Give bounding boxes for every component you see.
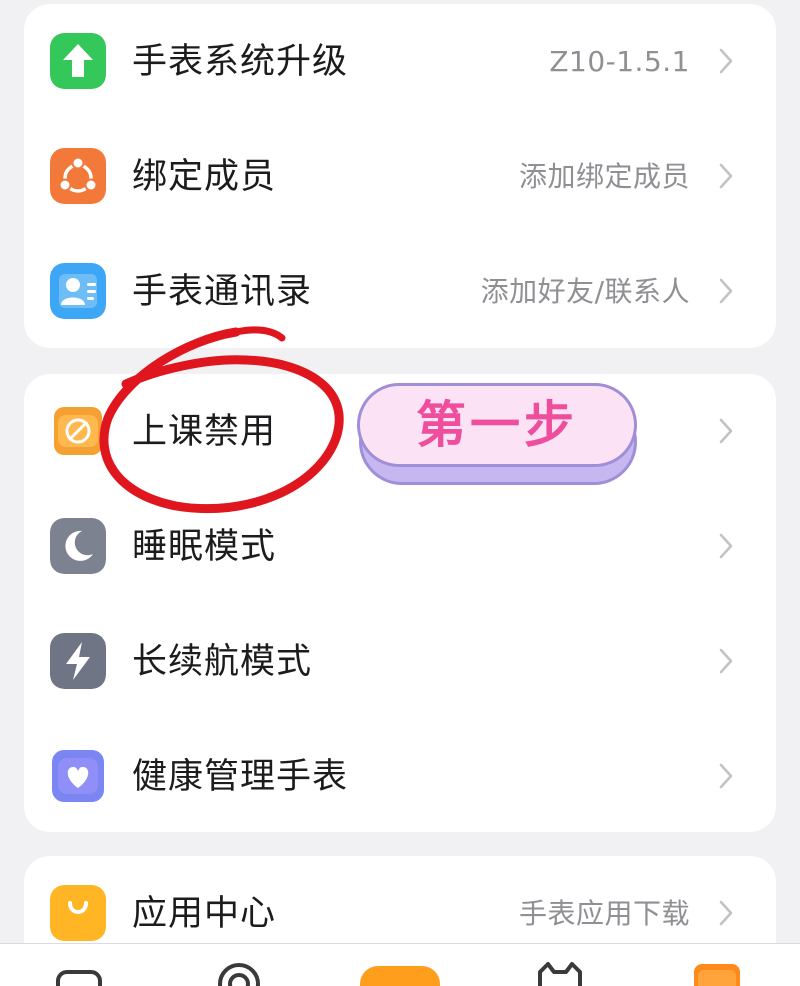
watch-contacts-row[interactable]: 手表通讯录 添加好友/联系人: [24, 234, 776, 348]
class-disable-icon: [50, 403, 106, 459]
step-one-text: 第一步: [416, 396, 578, 454]
system-upgrade-version: Z10-1.5.1: [549, 45, 690, 78]
app-center-value: 手表应用下载: [518, 897, 690, 930]
health-heart-icon: [50, 748, 106, 804]
chevron-right-icon: [716, 162, 736, 190]
chevron-right-icon: [716, 762, 736, 790]
watch-settings-screen: 手表系统升级 Z10-1.5.1 绑定成员 添加绑定成员 手表通讯录 添加好友/…: [0, 0, 800, 986]
profile-tab-icon[interactable]: [692, 960, 742, 986]
bind-members-value: 添加绑定成员: [518, 160, 690, 193]
app-center-title: 应用中心: [132, 894, 277, 934]
bind-members-row[interactable]: 绑定成员 添加绑定成员: [24, 119, 776, 234]
bottom-tab-bar: [0, 943, 800, 986]
lightning-icon: [50, 633, 106, 689]
watch-contacts-value: 添加好友/联系人: [480, 275, 690, 308]
chevron-right-icon: [716, 47, 736, 75]
pet-tab-icon[interactable]: [536, 960, 584, 986]
members-icon: [50, 148, 106, 204]
watch-tab-icon[interactable]: [358, 960, 442, 986]
message-tab-icon[interactable]: [56, 960, 102, 986]
step-one-label: 第一步: [357, 383, 639, 487]
shopping-bag-icon: [50, 885, 106, 941]
bind-members-title: 绑定成员: [132, 157, 277, 197]
health-watch-title: 健康管理手表: [132, 757, 349, 797]
location-tab-icon[interactable]: [216, 960, 262, 986]
chevron-right-icon: [716, 899, 736, 927]
settings-group-device: 手表系统升级 Z10-1.5.1 绑定成员 添加绑定成员 手表通讯录 添加好友/…: [24, 4, 776, 348]
chevron-right-icon: [716, 532, 736, 560]
sleep-mode-title: 睡眠模式: [132, 527, 277, 567]
watch-contacts-title: 手表通讯录: [132, 272, 313, 312]
chevron-right-icon: [716, 417, 736, 445]
moon-icon: [50, 518, 106, 574]
contacts-icon: [50, 263, 106, 319]
class-disable-title: 上课禁用: [132, 412, 277, 452]
upload-arrow-icon: [50, 33, 106, 89]
long-battery-row[interactable]: 长续航模式: [24, 604, 776, 719]
long-battery-title: 长续航模式: [132, 642, 313, 682]
system-upgrade-title: 手表系统升级: [132, 42, 349, 82]
sleep-mode-row[interactable]: 睡眠模式: [24, 489, 776, 604]
health-watch-row[interactable]: 健康管理手表: [24, 719, 776, 832]
chevron-right-icon: [716, 647, 736, 675]
chevron-right-icon: [716, 277, 736, 305]
system-upgrade-row[interactable]: 手表系统升级 Z10-1.5.1: [24, 4, 776, 119]
